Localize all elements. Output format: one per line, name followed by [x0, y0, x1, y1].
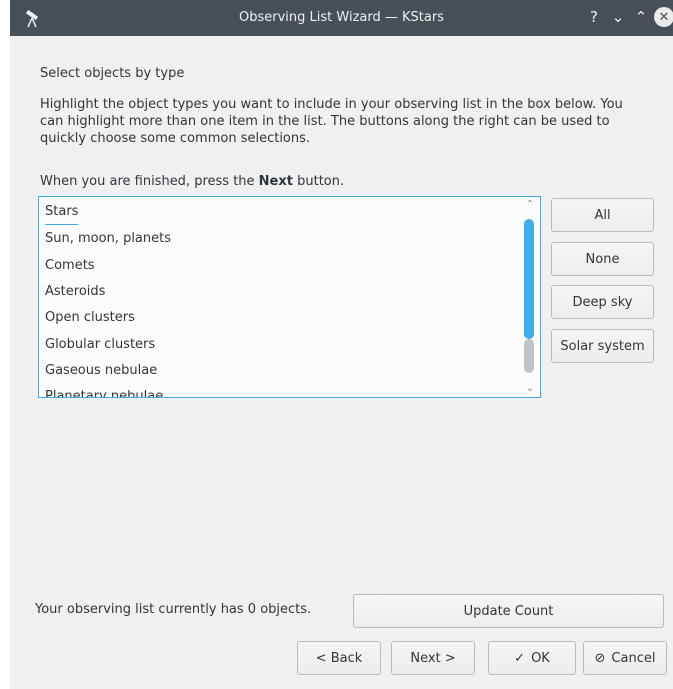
finished-hint: When you are finished, press the Next bu… [40, 174, 344, 189]
back-button[interactable]: < Back [297, 641, 381, 675]
list-scrollbar[interactable]: ⌃ ⌄ [524, 197, 538, 397]
finished-suffix: button. [292, 174, 345, 189]
finished-prefix: When you are finished, press the [40, 174, 259, 189]
title-bar[interactable]: Observing List Wizard — KStars ? ⌄ ⌃ ✕ [10, 0, 673, 36]
help-icon[interactable]: ? [583, 6, 605, 28]
ok-button[interactable]: ✓ OK [488, 641, 576, 675]
next-button[interactable]: Next > [391, 641, 475, 675]
solar-system-button[interactable]: Solar system [551, 329, 654, 363]
cancel-icon: ⊘ [594, 650, 606, 666]
finished-bold: Next [258, 174, 293, 189]
scrollbar-handle[interactable] [524, 219, 534, 339]
wizard-dialog: Select objects by type Highlight the obj… [10, 36, 673, 689]
list-item-stars[interactable]: Stars [45, 200, 79, 225]
list-item-sun-moon-planets[interactable]: Sun, moon, planets [45, 226, 171, 252]
select-all-button[interactable]: All [551, 198, 654, 232]
list-item-globular-clusters[interactable]: Globular clusters [45, 332, 155, 358]
window-title: Observing List Wizard — KStars [239, 10, 444, 25]
list-item-open-clusters[interactable]: Open clusters [45, 305, 135, 331]
scroll-up-icon[interactable]: ⌃ [524, 199, 536, 211]
checkmark-icon: ✓ [514, 650, 526, 666]
object-count-label: Your observing list currently has 0 obje… [35, 602, 312, 617]
list-item-planetary-nebulae[interactable]: Planetary nebulae [45, 384, 163, 397]
instructions: Highlight the object types you want to i… [40, 97, 623, 146]
select-none-button[interactable]: None [551, 242, 654, 276]
update-count-button[interactable]: Update Count [353, 594, 664, 628]
deep-sky-button[interactable]: Deep sky [551, 285, 654, 319]
ok-label: OK [531, 650, 550, 666]
list-item-asteroids[interactable]: Asteroids [45, 279, 105, 305]
scroll-down-icon[interactable]: ⌄ [524, 383, 536, 395]
minimize-icon[interactable]: ⌄ [607, 6, 629, 28]
maximize-icon[interactable]: ⌃ [630, 6, 652, 28]
cancel-label: Cancel [611, 650, 656, 666]
list-item-gaseous-nebulae[interactable]: Gaseous nebulae [45, 358, 157, 384]
object-type-list[interactable]: Stars Sun, moon, planets Comets Asteroid… [38, 196, 541, 398]
scrollbar-track[interactable] [524, 339, 534, 373]
page-heading: Select objects by type [40, 66, 185, 81]
list-item-comets[interactable]: Comets [45, 253, 95, 279]
close-icon[interactable]: ✕ [654, 7, 673, 27]
cancel-button[interactable]: ⊘ Cancel [583, 641, 667, 675]
